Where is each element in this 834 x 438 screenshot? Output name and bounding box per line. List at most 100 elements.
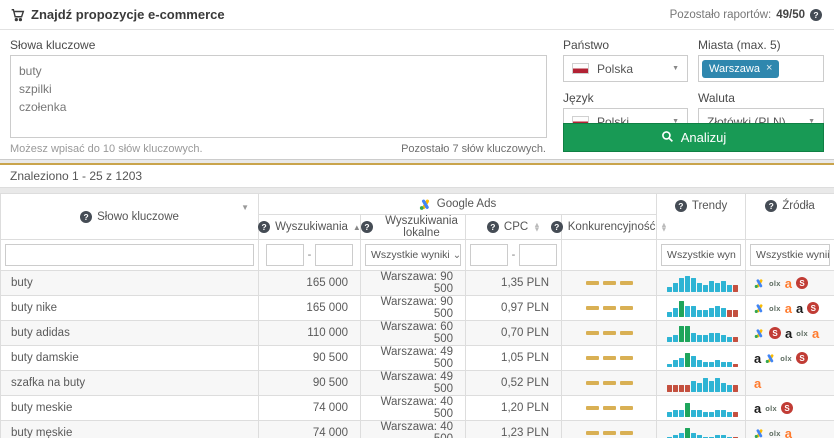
google-ads-group-header: Google Ads: [259, 194, 657, 215]
column-header-trends[interactable]: Trendy: [657, 194, 746, 240]
help-icon[interactable]: [675, 200, 687, 212]
amazon-icon: a: [785, 327, 792, 340]
source-icons: olxaaS: [746, 302, 834, 315]
trends-select[interactable]: Wszystkie wyn: [661, 244, 741, 266]
competition-medium-indicator: [562, 306, 656, 310]
range-separator: -: [512, 249, 516, 261]
range-separator: -: [308, 249, 312, 261]
keyword-cell: szafka na buty: [1, 371, 259, 396]
trend-mini-chart: [657, 325, 745, 342]
page-title: Znajdź propozycje e-commerce: [31, 7, 225, 22]
help-icon[interactable]: [80, 211, 92, 223]
competition-cell: [562, 346, 657, 371]
reports-left-value: 49/50: [776, 9, 805, 21]
cities-input[interactable]: Warszawa: [698, 55, 824, 82]
olx-icon: olx: [780, 354, 792, 363]
cpc-cell: 0,70 PLN: [466, 321, 562, 346]
source-icons: a: [746, 377, 834, 390]
chevron-down-icon: [450, 250, 461, 261]
close-icon[interactable]: [766, 63, 772, 74]
sources-header-label: Źródła: [782, 200, 815, 212]
searches-max-input[interactable]: [315, 244, 353, 266]
keyword-header-label: Słowo kluczowe: [97, 211, 179, 223]
local-filter-cell: Wszystkie wyniki: [361, 240, 466, 271]
skapiec-icon: S: [781, 402, 793, 414]
column-header-competition[interactable]: Konkurencyjność: [562, 215, 657, 240]
local-searches-cell: Warszawa: 90 500: [361, 271, 466, 296]
column-header-sources[interactable]: Źródła: [746, 194, 834, 240]
cpc-max-input[interactable]: [519, 244, 557, 266]
keywords-table: Słowo kluczowe Google Ads: [0, 193, 834, 438]
local-searches-cell: Warszawa: 90 500: [361, 296, 466, 321]
help-icon[interactable]: [551, 221, 563, 233]
trend-mini-chart: [657, 400, 745, 417]
competition-medium-indicator: [562, 281, 656, 285]
searches-min-input[interactable]: [266, 244, 304, 266]
table-row: buty damskie90 500Warszawa: 49 5001,05 P…: [1, 346, 834, 371]
city-tag-label: Warszawa: [709, 63, 760, 75]
country-select[interactable]: Polska: [563, 55, 688, 82]
competition-filter-cell: [562, 240, 657, 271]
sort-asc-icon[interactable]: [353, 223, 361, 232]
googleads-icon: [754, 328, 765, 339]
column-header-local-searches[interactable]: Wyszukiwania lokalne: [361, 215, 466, 240]
searches-cell: 165 000: [259, 271, 361, 296]
column-header-searches[interactable]: Wyszukiwania: [259, 215, 361, 240]
searches-cell: 90 500: [259, 346, 361, 371]
amazon-icon: a: [754, 352, 761, 365]
keyword-cell: buty damskie: [1, 346, 259, 371]
sources-cell: olxa: [746, 421, 834, 438]
source-icons: Saolxa: [746, 327, 834, 340]
city-tag[interactable]: Warszawa: [702, 60, 779, 78]
olx-icon: olx: [765, 404, 777, 413]
allegro-icon: a: [785, 277, 792, 290]
column-header-cpc[interactable]: CPC: [466, 215, 562, 240]
olx-icon: olx: [769, 304, 781, 313]
keyword-cell: buty: [1, 271, 259, 296]
help-icon[interactable]: [487, 221, 499, 233]
analyze-button[interactable]: Analizuj: [563, 123, 824, 152]
table-row: buty nike165 000Warszawa: 90 5000,97 PLN…: [1, 296, 834, 321]
help-icon[interactable]: [361, 221, 373, 233]
table-row: szafka na buty90 500Warszawa: 49 5000,52…: [1, 371, 834, 396]
trends-select-value: Wszystkie wyn: [667, 249, 736, 261]
source-icons: aolxS: [746, 402, 834, 415]
searches-cell: 165 000: [259, 296, 361, 321]
keyword-filter-input[interactable]: [5, 244, 254, 266]
trend-mini-chart: [657, 275, 745, 292]
trend-mini-chart: [657, 300, 745, 317]
help-icon[interactable]: [765, 200, 777, 212]
local-results-select-value: Wszystkie wyniki: [371, 249, 450, 261]
keyword-cell: buty adidas: [1, 321, 259, 346]
trend-mini-chart: [657, 425, 745, 438]
sources-cell: olxaS: [746, 271, 834, 296]
olx-icon: olx: [769, 279, 781, 288]
cpc-cell: 1,20 PLN: [466, 396, 562, 421]
googleads-icon: [765, 353, 776, 364]
cpc-filter-cell: -: [466, 240, 562, 271]
sort-icon[interactable]: [533, 222, 540, 232]
local-searches-cell: Warszawa: 49 500: [361, 346, 466, 371]
olx-icon: olx: [769, 429, 781, 438]
search-icon: [661, 130, 674, 146]
language-label: Język: [563, 91, 594, 105]
local-results-select[interactable]: Wszystkie wyniki: [365, 244, 461, 266]
currency-label: Waluta: [698, 91, 735, 105]
keywords-label: Słowa kluczowe: [10, 38, 95, 52]
sources-select[interactable]: Wszystkie wynii: [750, 244, 830, 266]
competition-medium-indicator: [562, 356, 656, 360]
country-label: Państwo: [563, 38, 609, 52]
column-header-keyword[interactable]: Słowo kluczowe: [1, 194, 259, 240]
cpc-cell: 1,23 PLN: [466, 421, 562, 438]
keyword-cell: buty nike: [1, 296, 259, 321]
trend-cell: [657, 321, 746, 346]
help-icon[interactable]: [810, 9, 822, 21]
competition-medium-indicator: [562, 381, 656, 385]
keywords-textarea[interactable]: buty szpilki czołenka: [10, 55, 547, 138]
cpc-min-input[interactable]: [470, 244, 508, 266]
sort-icon[interactable]: [241, 203, 249, 212]
help-icon[interactable]: [258, 221, 270, 233]
sort-icon[interactable]: [660, 222, 667, 232]
keywords-remaining: Pozostało 7 słów kluczowych.: [401, 143, 546, 155]
topbar: Znajdź propozycje e-commerce Pozostało r…: [0, 0, 834, 30]
